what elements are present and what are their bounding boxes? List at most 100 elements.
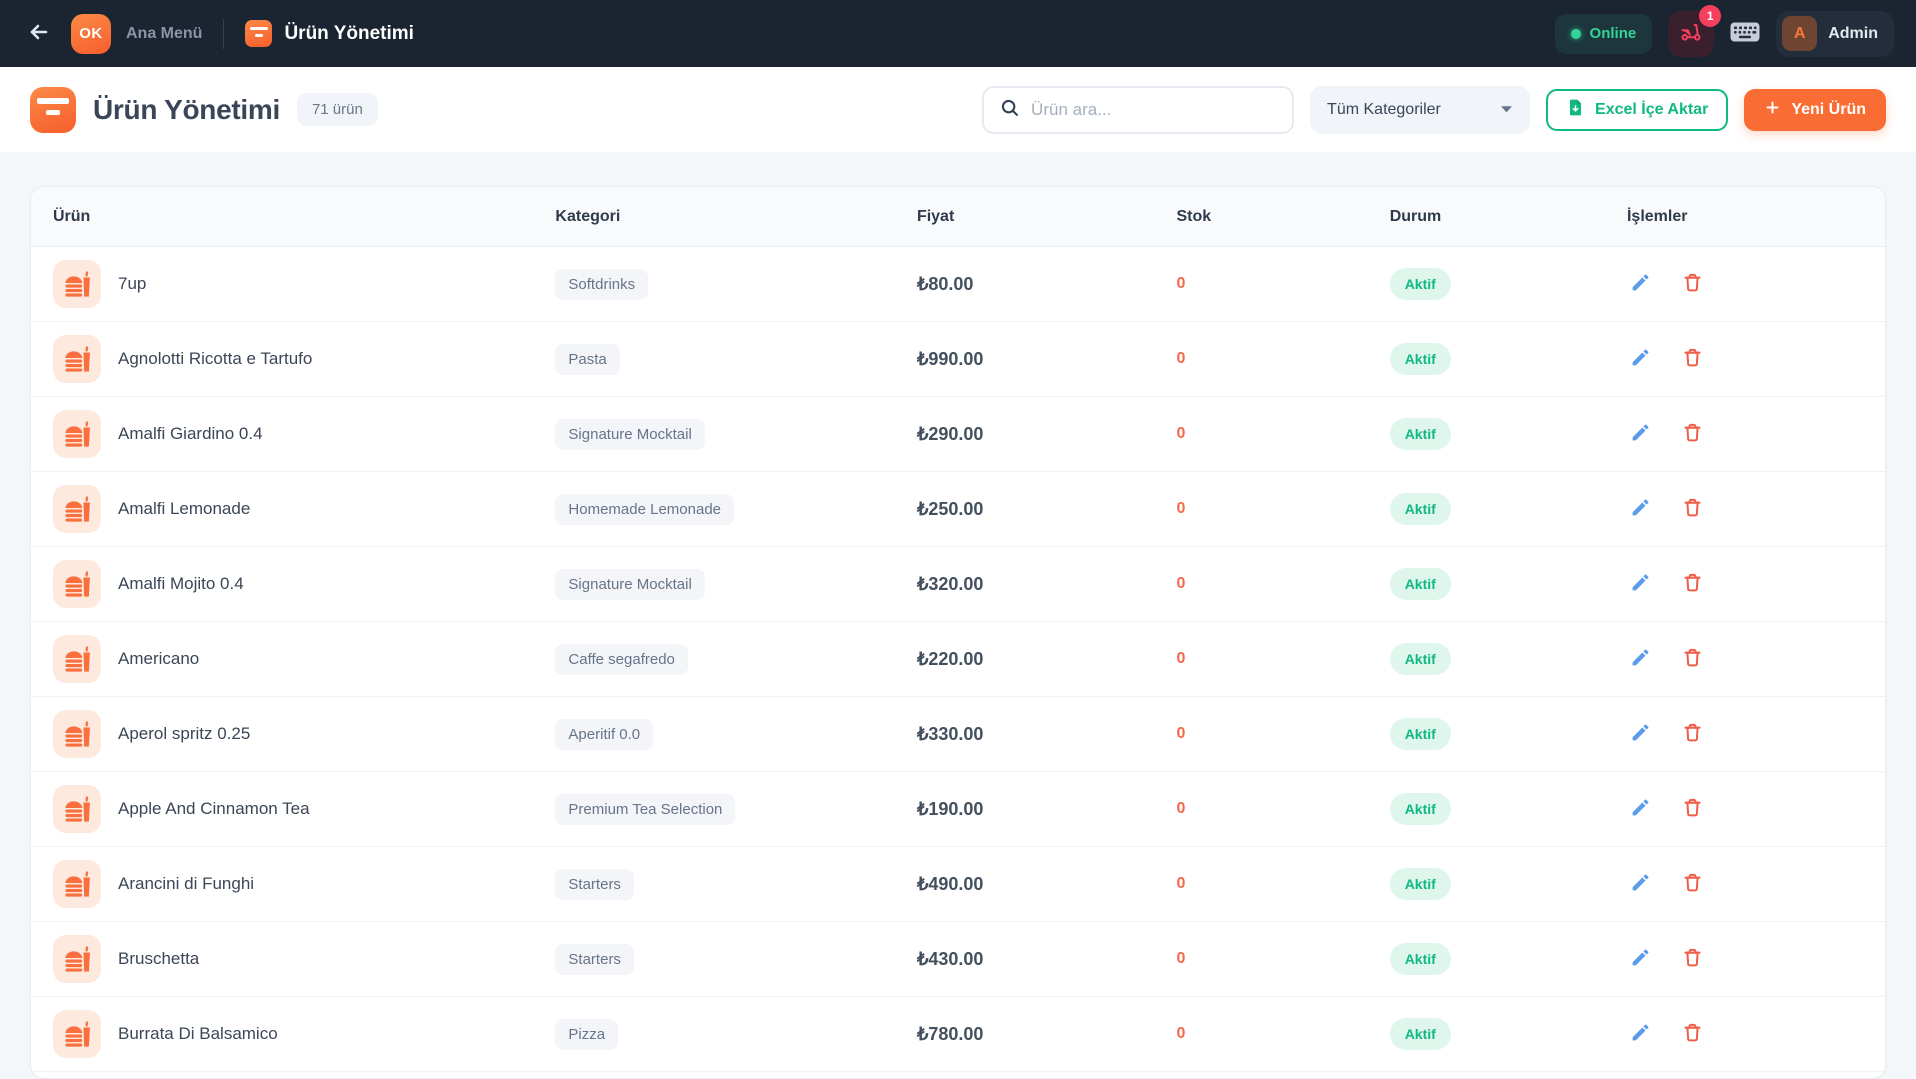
status-badge: Aktif (1390, 718, 1451, 750)
trash-icon (1682, 872, 1703, 896)
product-name: Agnolotti Ricotta e Tartufo (118, 349, 312, 369)
back-button[interactable] (22, 17, 56, 51)
trash-icon (1682, 422, 1703, 446)
stock-value: 0 (1176, 500, 1185, 518)
notification-count-badge: 1 (1699, 5, 1721, 27)
app-logo[interactable]: OK (71, 14, 111, 54)
edit-button[interactable] (1627, 1020, 1655, 1048)
category-filter-select[interactable]: Tüm Kategoriler (1310, 86, 1530, 134)
edit-button[interactable] (1627, 720, 1655, 748)
product-name: Aperol spritz 0.25 (118, 724, 250, 744)
table-row[interactable]: Amalfi Lemonade Homemade Lemonade ₺250.0… (31, 472, 1885, 547)
column-header-product: Ürün (31, 208, 533, 226)
edit-button[interactable] (1627, 345, 1655, 373)
stock-value: 0 (1176, 350, 1185, 368)
edit-button[interactable] (1627, 945, 1655, 973)
product-food-icon (53, 635, 101, 683)
main-menu-label[interactable]: Ana Menü (126, 25, 202, 43)
new-product-label: Yeni Ürün (1791, 101, 1866, 119)
edit-button[interactable] (1627, 795, 1655, 823)
admin-user-menu[interactable]: A Admin (1776, 11, 1894, 57)
page-title: Ürün Yönetimi (93, 94, 280, 126)
product-name: 7up (118, 274, 146, 294)
table-row[interactable]: Apple And Cinnamon Tea Premium Tea Selec… (31, 772, 1885, 847)
edit-button[interactable] (1627, 270, 1655, 298)
delete-button[interactable] (1679, 1020, 1707, 1048)
delete-button[interactable] (1679, 945, 1707, 973)
delete-button[interactable] (1679, 570, 1707, 598)
page-header: Ürün Yönetimi 71 ürün Tüm Kategoriler Ex… (0, 67, 1916, 152)
scooter-icon (1679, 20, 1703, 47)
price-value: ₺190.00 (917, 799, 984, 820)
column-header-status: Durum (1368, 208, 1605, 226)
category-chip: Homemade Lemonade (555, 494, 734, 525)
pencil-icon (1630, 347, 1651, 371)
delete-button[interactable] (1679, 720, 1707, 748)
price-value: ₺780.00 (917, 1024, 984, 1045)
table-row[interactable]: Amalfi Mojito 0.4 Signature Mocktail ₺32… (31, 547, 1885, 622)
edit-button[interactable] (1627, 495, 1655, 523)
stock-value: 0 (1176, 650, 1185, 668)
delete-button[interactable] (1679, 495, 1707, 523)
chevron-down-icon (1500, 101, 1513, 119)
stock-value: 0 (1176, 725, 1185, 743)
edit-button[interactable] (1627, 420, 1655, 448)
price-value: ₺80.00 (917, 274, 974, 295)
table-row[interactable]: Americano Caffe segafredo ₺220.00 0 Akti… (31, 622, 1885, 697)
excel-import-label: Excel İçe Aktar (1595, 101, 1708, 119)
stock-value: 0 (1176, 950, 1185, 968)
table-row[interactable]: Burrata Di Balsamico Pizza ₺780.00 0 Akt… (31, 997, 1885, 1072)
category-chip: Signature Mocktail (555, 419, 704, 450)
online-label: Online (1590, 25, 1637, 42)
stock-value: 0 (1176, 425, 1185, 443)
product-food-icon (53, 935, 101, 983)
table-row[interactable]: Arancini di Funghi Starters ₺490.00 0 Ak… (31, 847, 1885, 922)
table-row[interactable]: Aperol spritz 0.25 Aperitif 0.0 ₺330.00 … (31, 697, 1885, 772)
trash-icon (1682, 647, 1703, 671)
delete-button[interactable] (1679, 270, 1707, 298)
edit-button[interactable] (1627, 645, 1655, 673)
courier-notifications-button[interactable]: 1 (1668, 11, 1714, 57)
trash-icon (1682, 1022, 1703, 1046)
product-food-icon (53, 785, 101, 833)
content-area: Ürün Kategori Fiyat Stok Durum İşlemler … (0, 152, 1916, 1079)
search-box[interactable] (982, 86, 1294, 134)
status-badge: Aktif (1390, 868, 1451, 900)
table-row[interactable]: Amalfi Giardino 0.4 Signature Mocktail ₺… (31, 397, 1885, 472)
products-table: Ürün Kategori Fiyat Stok Durum İşlemler … (30, 186, 1886, 1079)
delete-button[interactable] (1679, 420, 1707, 448)
table-header-row: Ürün Kategori Fiyat Stok Durum İşlemler (31, 187, 1885, 247)
product-food-icon (53, 260, 101, 308)
edit-button[interactable] (1627, 870, 1655, 898)
delete-button[interactable] (1679, 795, 1707, 823)
admin-label: Admin (1828, 25, 1878, 43)
edit-button[interactable] (1627, 570, 1655, 598)
price-value: ₺220.00 (917, 649, 984, 670)
delete-button[interactable] (1679, 345, 1707, 373)
table-row[interactable]: Agnolotti Ricotta e Tartufo Pasta ₺990.0… (31, 322, 1885, 397)
pencil-icon (1630, 497, 1651, 521)
navbar-page-title: Ürün Yönetimi (284, 23, 414, 45)
price-value: ₺320.00 (917, 574, 984, 595)
excel-import-button[interactable]: Excel İçe Aktar (1546, 89, 1728, 131)
search-input[interactable] (1031, 100, 1277, 120)
status-badge: Aktif (1390, 643, 1451, 675)
status-badge: Aktif (1390, 493, 1451, 525)
new-product-button[interactable]: Yeni Ürün (1744, 89, 1886, 131)
status-badge: Aktif (1390, 943, 1451, 975)
admin-avatar: A (1782, 16, 1817, 51)
trash-icon (1682, 497, 1703, 521)
product-food-icon (53, 1010, 101, 1058)
delete-button[interactable] (1679, 870, 1707, 898)
arrow-left-icon (27, 20, 51, 47)
delete-button[interactable] (1679, 645, 1707, 673)
page-title-box-icon (30, 87, 76, 133)
stock-value: 0 (1176, 875, 1185, 893)
table-row[interactable]: 7up Softdrinks ₺80.00 0 Aktif (31, 247, 1885, 322)
admin-initial: A (1794, 25, 1806, 43)
trash-icon (1682, 572, 1703, 596)
online-dot-icon (1571, 29, 1581, 39)
table-row[interactable]: Bruschetta Starters ₺430.00 0 Aktif (31, 922, 1885, 997)
keyboard-button[interactable] (1730, 22, 1760, 45)
category-chip: Premium Tea Selection (555, 794, 735, 825)
